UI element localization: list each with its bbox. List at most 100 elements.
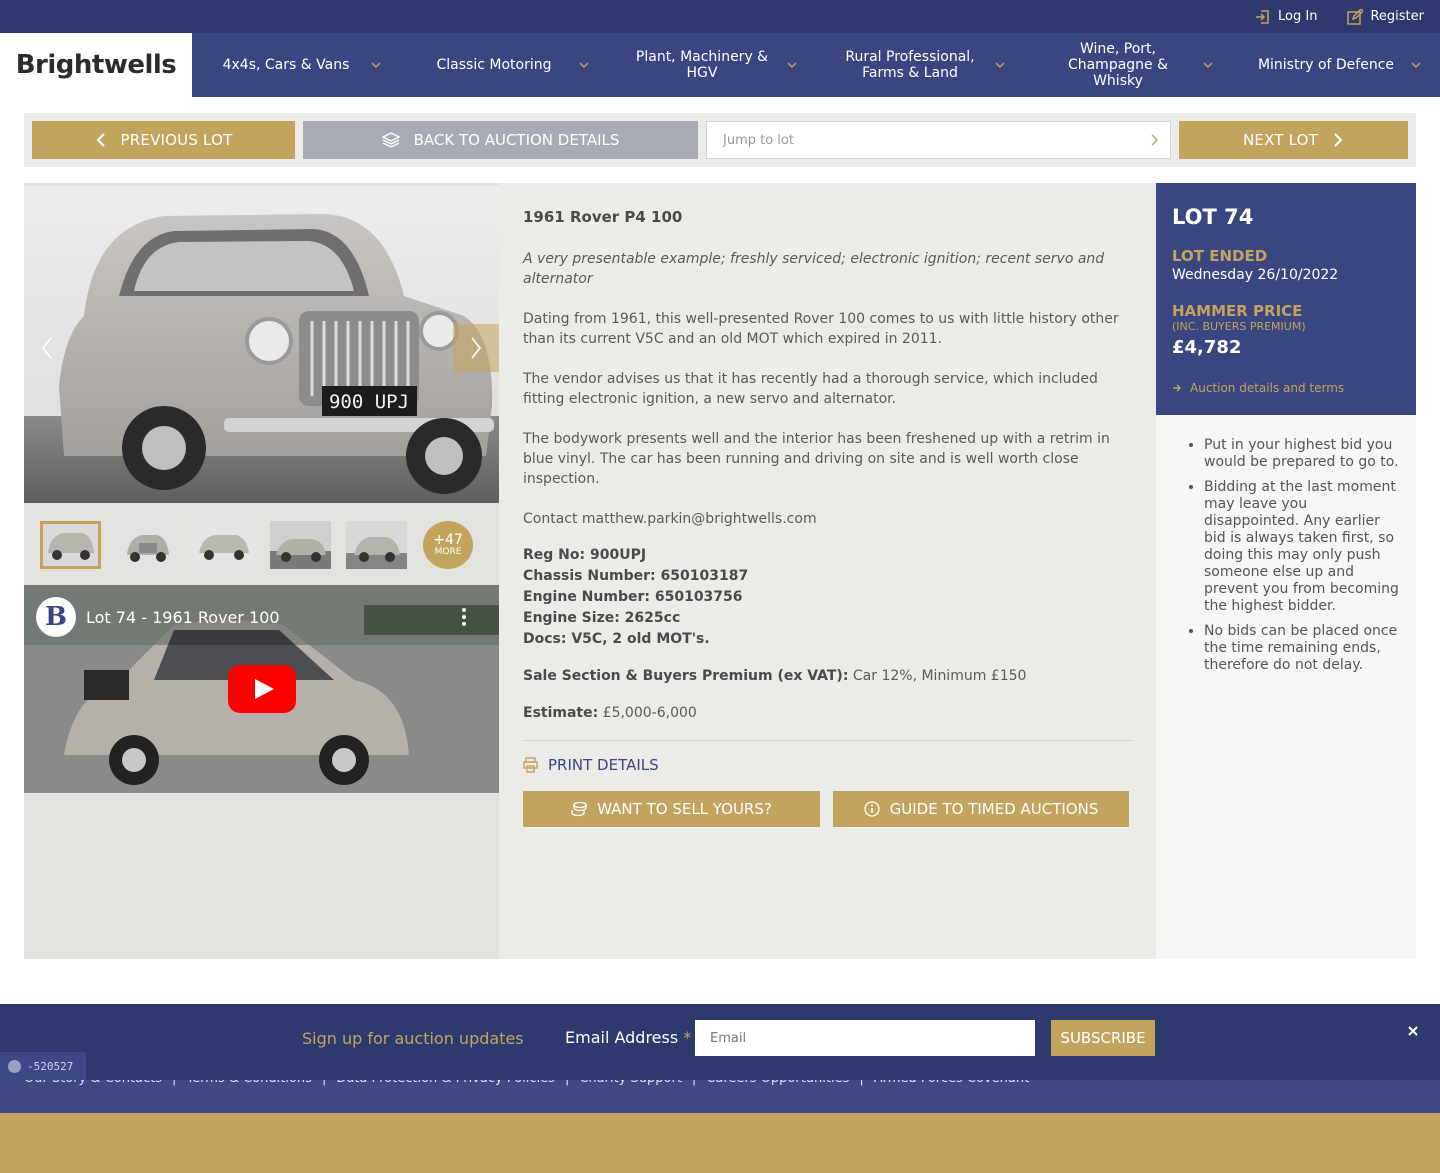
spec-engine-number: Engine Number: 650103756 [523,589,743,605]
channel-initial: B [45,602,67,632]
chevron-left-icon [41,337,52,359]
next-image-arrow[interactable] [453,324,499,372]
signup-heading: Sign up for auction updates [302,1029,524,1048]
play-icon[interactable] [228,665,296,713]
lot-subtitle: A very presentable example; freshly serv… [523,251,1105,287]
email-label-text: Email Address [565,1028,679,1047]
register-link[interactable]: Register [1347,8,1424,25]
hammer-price-note: (Inc. Buyers Premium) [1172,320,1306,333]
thumbnail-strip: +47 MORE [40,521,483,569]
previous-image-arrow[interactable] [24,324,70,372]
previous-lot-label: Previous Lot [120,131,233,149]
more-options-icon[interactable] [461,607,467,627]
edit-icon [1347,8,1364,25]
nav-item-label: Plant, Machinery & HGV [635,49,769,81]
video-title[interactable]: Lot 74 - 1961 Rover 100 [86,608,280,627]
thumbnail[interactable] [40,521,101,569]
auction-terms-link[interactable]: Auction details and terms [1172,381,1344,395]
info-icon [863,801,880,817]
logo[interactable]: Brightwells [0,33,192,97]
guide-timed-auctions-button[interactable]: Guide to timed auctions [833,791,1129,827]
lot-ended-label: Lot Ended [1172,247,1268,265]
lot-status-column: LOT 74 Lot Ended Wednesday 26/10/2022 Ha… [1156,183,1416,959]
estimate-value: £5,000-6,000 [602,705,697,721]
nav-item-label: Wine, Port, Champagne & Whisky [1067,41,1169,89]
chevron-down-icon [787,62,797,68]
required-mark: * [683,1028,692,1047]
nav-item-label: 4x4s, Cars & Vans [222,57,350,73]
lot-status-box: LOT 74 Lot Ended Wednesday 26/10/2022 Ha… [1156,183,1416,415]
thumbnail[interactable] [117,521,178,569]
bidding-tip: Put in your highest bid you would be pre… [1204,437,1406,471]
main-nav: 4x4s, Cars & Vans Classic Motoring Plant… [192,33,1440,97]
previous-lot-button[interactable]: Previous Lot [32,121,295,159]
spec-docs: Docs: V5C, 2 old MOT's. [523,631,710,647]
coins-icon [571,801,587,817]
subscribe-button[interactable]: Subscribe [1051,1020,1155,1056]
lot-description: 1961 Rover P4 100 A very presentable exa… [523,207,1132,723]
auth-links: Log In Register [1255,0,1424,33]
channel-avatar[interactable]: B [36,597,76,637]
lot-title: 1961 Rover P4 100 [523,208,683,226]
car-thumbnail-image [270,521,331,569]
chevron-down-icon [995,62,1005,68]
chevron-right-icon [471,337,482,359]
sale-section-label: Sale Section & Buyers Premium (ex VAT): [523,668,849,684]
more-images-button[interactable]: +47 MORE [423,521,473,569]
nav-item-plant[interactable]: Plant, Machinery & HGV [608,33,816,97]
jump-to-lot-field [706,121,1171,159]
car-thumbnail-image [193,521,254,569]
next-lot-label: Next Lot [1242,131,1319,149]
nav-item-label: Rural Professional, Farms & Land [845,49,975,81]
nav-item-classic[interactable]: Classic Motoring [400,33,608,97]
car-thumbnail-image [117,521,178,569]
email-label: Email Address * [565,1028,691,1047]
media-column: 900 UPJ +47 MORE B Lot 74 - 1961 Rover 1… [24,183,499,959]
spec-engine-size: Engine Size: 2625cc [523,610,681,626]
chevron-left-icon [96,133,105,147]
nav-item-label: Classic Motoring [436,57,552,73]
print-details-link[interactable]: Print details [523,756,659,774]
close-icon[interactable] [1404,1022,1422,1040]
car-thumbnail-image [346,521,407,569]
register-label: Register [1370,9,1424,24]
sell-yours-button[interactable]: Want to sell yours? [523,791,820,827]
guide-timed-auctions-label: Guide to timed auctions [889,800,1099,818]
contact-line: Contact matthew.parkin@brightwells.com [523,511,817,527]
nav-item-wine[interactable]: Wine, Port, Champagne & Whisky [1024,33,1232,97]
subscribe-label: Subscribe [1060,1029,1146,1047]
chevron-right-icon [1334,133,1343,147]
video-player[interactable]: B Lot 74 - 1961 Rover 100 [24,585,499,793]
lot-navigation: Previous Lot Back to auction details Nex… [24,113,1416,167]
description-paragraph: Dating from 1961, this well-presented Ro… [523,311,1119,347]
chevron-right-icon[interactable] [1148,134,1160,146]
footer-gold-band [0,1113,1440,1173]
next-lot-button[interactable]: Next Lot [1179,121,1408,159]
lot-specs: Reg No: 900UPJ Chassis Number: 650103187… [523,545,1132,650]
email-input[interactable] [695,1020,1035,1056]
login-link[interactable]: Log In [1255,9,1317,25]
thumbnail[interactable] [346,521,407,569]
back-to-auction-button[interactable]: Back to auction details [303,121,698,159]
hero-image[interactable]: 900 UPJ [24,186,499,503]
nav-item-cars[interactable]: 4x4s, Cars & Vans [192,33,400,97]
bidding-tip: No bids can be placed once the time rema… [1204,623,1406,674]
lot-main: 900 UPJ +47 MORE B Lot 74 - 1961 Rover 1… [24,183,1416,959]
sale-section: Sale Section & Buyers Premium (ex VAT): … [523,666,1132,686]
newsletter-signup-banner: Sign up for auction updates Email Addres… [0,1004,1440,1080]
thumbnail[interactable] [193,521,254,569]
bidding-tips: Put in your highest bid you would be pre… [1184,437,1406,682]
chevron-down-icon [1203,62,1213,68]
nav-item-mod[interactable]: Ministry of Defence [1232,33,1440,97]
description-paragraph: The bodywork presents well and the inter… [523,431,1110,487]
jump-to-lot-input[interactable] [707,132,1127,148]
lot-details: 1961 Rover P4 100 A very presentable exa… [499,183,1156,959]
arrow-right-icon [1173,384,1181,392]
svg-text:900 UPJ: 900 UPJ [329,391,409,413]
thumbnail[interactable] [270,521,331,569]
back-to-auction-label: Back to auction details [413,131,620,149]
status-dot-icon [8,1059,21,1073]
spec-chassis: Chassis Number: 650103187 [523,568,749,584]
nav-item-rural[interactable]: Rural Professional, Farms & Land [816,33,1024,97]
print-details-label: Print details [548,756,659,774]
